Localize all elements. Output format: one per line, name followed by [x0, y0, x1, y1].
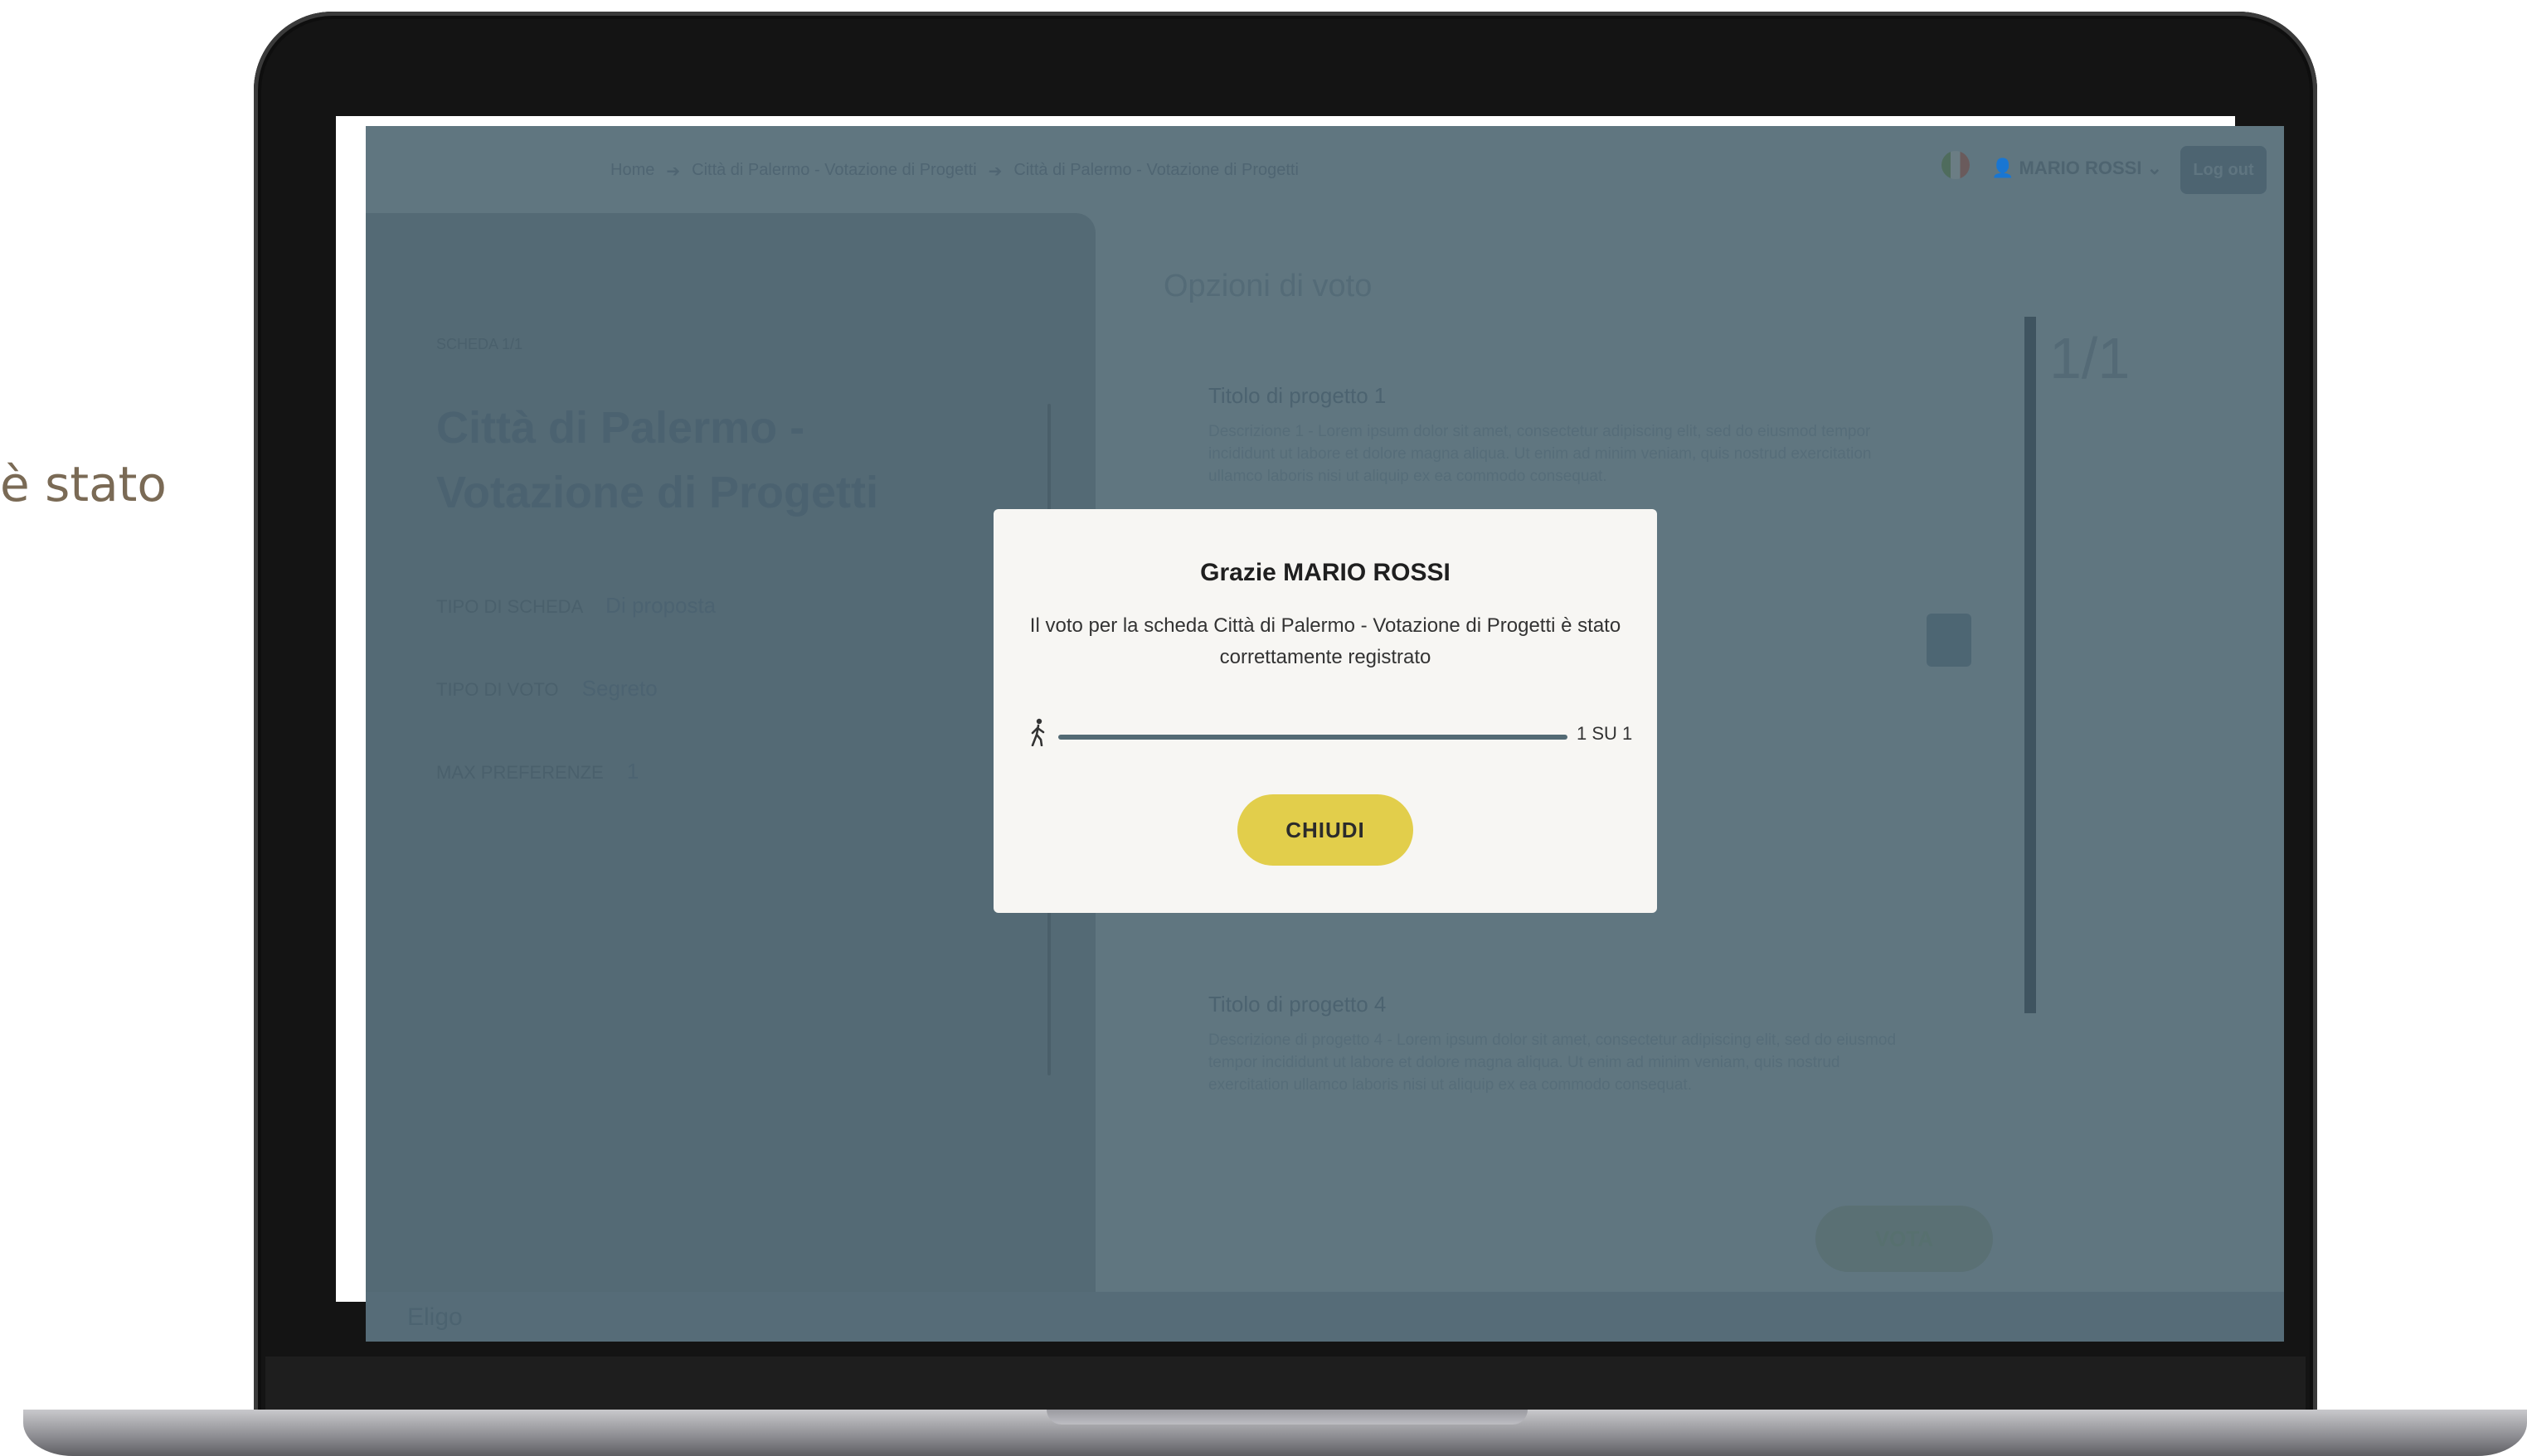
max-preferences-value: 1	[626, 759, 639, 784]
options-counter: 1/1	[2049, 326, 2131, 391]
breadcrumb-current: Città di Palermo - Votazione di Progetti	[1013, 161, 1299, 179]
max-preferences-label: MAX PREFERENZE	[436, 762, 604, 783]
options-progress-track	[2024, 317, 2036, 1013]
option-title: Titolo di progetto 1	[1208, 383, 1387, 408]
option-title: Titolo di progetto 4	[1208, 992, 1387, 1017]
user-name: MARIO ROSSI	[2019, 158, 2142, 178]
secrecy-row: TIPO DI VOTO Segreto	[436, 676, 658, 701]
dialog-title: Grazie MARIO ROSSI	[1200, 559, 1451, 586]
selected-checkbox[interactable]	[1927, 614, 1971, 667]
walking-person-icon	[1031, 718, 1045, 746]
options-title: Opzioni di voto	[1164, 269, 1373, 303]
option-card[interactable]: Titolo di progetto 4 Descrizione di prog…	[1208, 992, 1922, 1096]
max-preferences-row: MAX PREFERENZE 1	[436, 759, 639, 784]
vote-type-row: TIPO DI SCHEDA Di proposta	[436, 593, 716, 619]
ballot-title: Città di Palermo - Votazione di Progetti	[436, 403, 879, 517]
logout-button[interactable]: Log out	[2180, 146, 2267, 194]
ballot-info-panel: SCHEDA 1/1 Città di Palermo - Votazione …	[366, 213, 1096, 1342]
ballot-small-label: SCHEDA 1/1	[436, 336, 523, 352]
dialog-message: Il voto per la scheda Città di Palermo -…	[1029, 614, 1621, 668]
option-description: Descrizione 1 - Lorem ipsum dolor sit am…	[1208, 423, 1872, 485]
secrecy-label: TIPO DI VOTO	[436, 679, 559, 700]
breadcrumb-election[interactable]: Città di Palermo - Votazione di Progetti	[692, 161, 977, 182]
language-flag-icon[interactable]	[1941, 151, 1970, 179]
chevron-down-icon: ⌄	[2146, 158, 2162, 178]
close-button[interactable]: CHIUDI	[1237, 794, 1413, 866]
footer: Eligo	[366, 1292, 2284, 1342]
breadcrumb-home[interactable]: Home	[610, 161, 654, 182]
option-description: Descrizione di progetto 4 - Lorem ipsum …	[1208, 1031, 1897, 1094]
breadcrumb-separator-icon: ➔	[666, 163, 681, 181]
breadcrumb-separator-icon: ➔	[988, 163, 1003, 181]
confirmation-dialog: Grazie MARIO ROSSI Il voto per la scheda…	[994, 509, 1657, 913]
eligo-logo: Eligo	[407, 1303, 463, 1331]
vote-progress-bar	[1058, 735, 1567, 740]
laptop-hinge	[265, 1357, 2306, 1415]
vote-type-label: TIPO DI SCHEDA	[436, 596, 583, 617]
side-caption: è stato	[0, 456, 167, 512]
user-menu[interactable]: 👤 MARIO ROSSI ⌄	[1991, 158, 2162, 179]
vote-button[interactable]: VOTA	[1815, 1206, 1993, 1272]
secrecy-value: Segreto	[581, 676, 658, 701]
breadcrumb: Home ➔ Città di Palermo - Votazione di P…	[610, 161, 1299, 182]
user-icon: 👤	[1991, 158, 2014, 178]
laptop-notch	[1047, 1410, 1528, 1424]
vote-progress-text: 1 SU 1	[1577, 723, 1633, 744]
vote-type-value: Di proposta	[605, 593, 717, 618]
option-card[interactable]: Titolo di progetto 1 Descrizione 1 - Lor…	[1208, 383, 1922, 488]
top-bar: Home ➔ Città di Palermo - Votazione di P…	[366, 126, 2284, 209]
